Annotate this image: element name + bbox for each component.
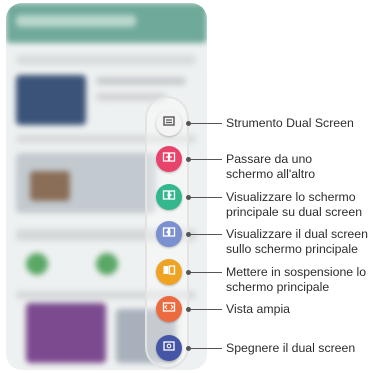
tool-label: Passare da uno schermo all'altro (226, 152, 316, 181)
leader-line (190, 197, 222, 198)
leader-line (190, 272, 222, 273)
tool-label: Strumento Dual Screen (226, 116, 354, 130)
leader-line (190, 309, 222, 310)
tool-label: Spegnere il dual screen (226, 341, 356, 355)
tool-button-pause-main-screen[interactable] (156, 259, 182, 285)
wide-view-icon (162, 300, 176, 319)
tool-button-swap-screens[interactable] (156, 146, 182, 172)
tool-button-show-main-on-dual[interactable] (156, 184, 182, 210)
screen-tool-icon (162, 114, 176, 133)
show-main-on-dual-icon (162, 188, 176, 207)
leader-line (190, 234, 222, 235)
tool-label: Visualizzare lo schermo principale su du… (226, 190, 363, 219)
leader-line (190, 348, 222, 349)
leader-line (190, 123, 222, 124)
leader-line (190, 159, 222, 160)
show-dual-on-main-icon (162, 225, 176, 244)
tool-button-show-dual-on-main[interactable] (156, 221, 182, 247)
pause-main-screen-icon (162, 263, 176, 282)
swap-screens-icon (162, 150, 176, 169)
dual-screen-off-icon (162, 339, 176, 358)
tool-button-wide-view[interactable] (156, 296, 182, 322)
tool-label: Visualizzare il dual screen sullo scherm… (226, 227, 368, 256)
tool-label: Mettere in sospensione lo schermo princi… (226, 265, 367, 294)
tool-button-dual-screen-off[interactable] (156, 335, 182, 361)
tool-label: Vista ampia (226, 302, 291, 316)
tool-button-screen-tool[interactable] (156, 110, 182, 136)
